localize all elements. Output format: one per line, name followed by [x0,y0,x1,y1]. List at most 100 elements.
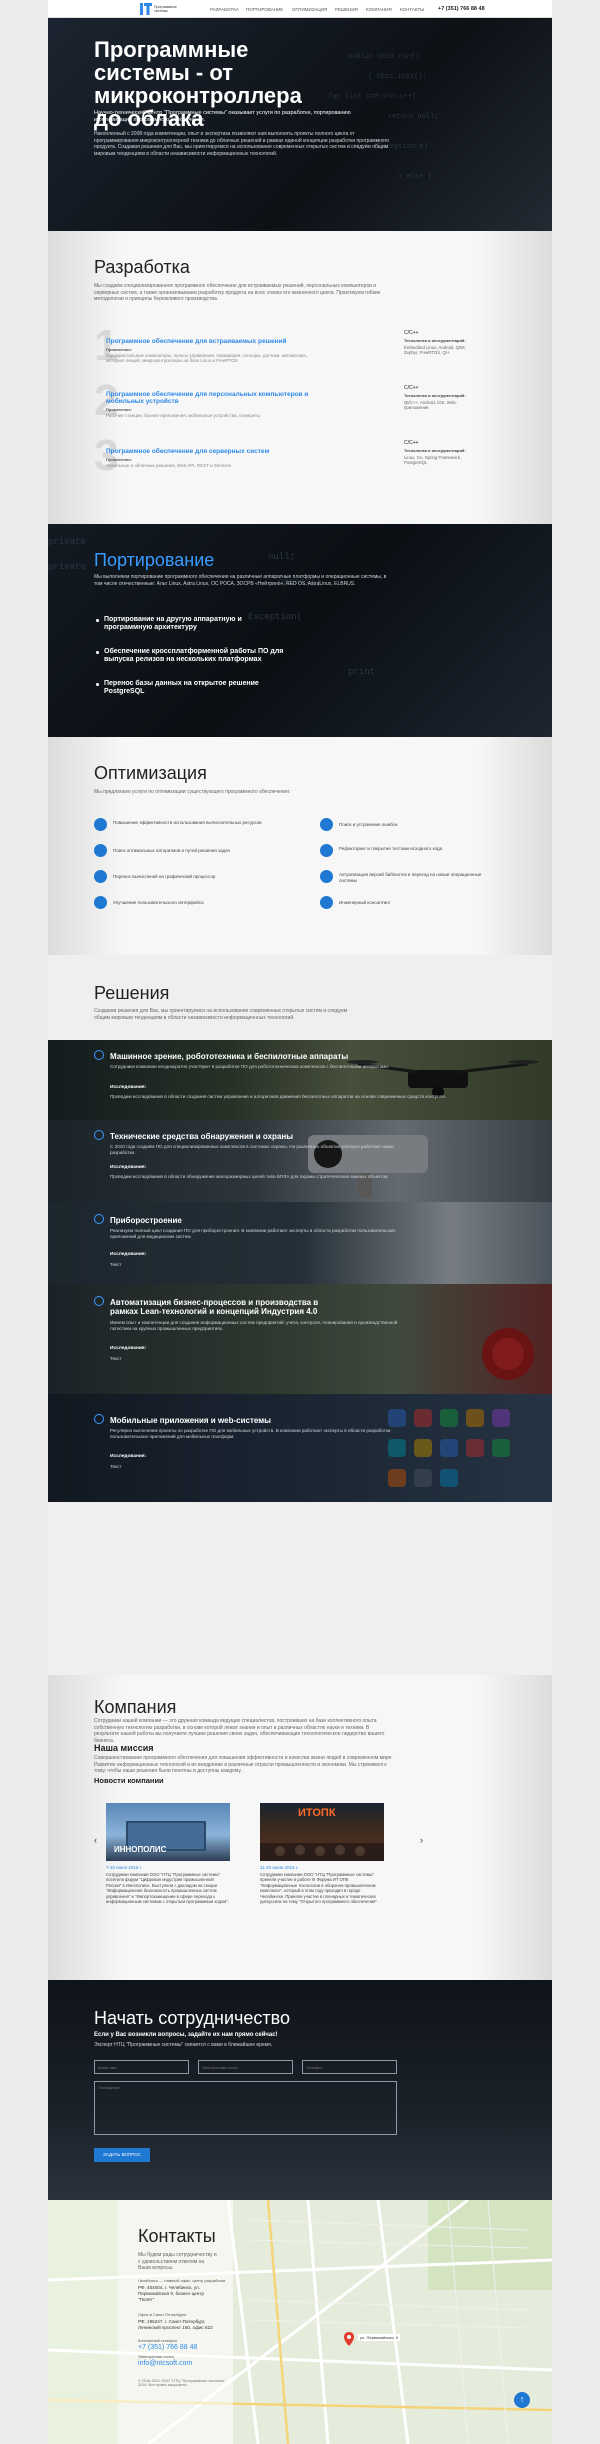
camera-icon [94,1050,104,1060]
porting-item: Портирование на другую аппаратную и прог… [96,616,284,632]
solution-card-instruments[interactable]: Приборостроение Реализуем полный цикл со… [48,1202,552,1284]
tech-label: Технологии и инструментарий: [404,393,466,398]
update-icon [320,870,333,883]
step-text: Рабочие станции, бизнес-приложения, моби… [106,413,261,418]
svg-text:private: private [48,562,86,572]
news-card[interactable]: ИННОПОЛИС 7-10 июня 2016 г. Сотрудники к… [106,1803,230,1943]
svg-text:for (int i=0;i<n;i++): for (int i=0;i<n;i++) [328,93,416,101]
consulting-icon [320,896,333,909]
step-title[interactable]: Программное обеспечение для персональных… [106,391,346,405]
news-title: Новости компании [94,1776,164,1785]
optimization-item: Повышение эффективности использования вы… [113,820,262,825]
optimization-item: Улучшение пользовательского интерфейса [113,900,204,905]
optimization-item: Поиск оптимальных алгоритмов и путей реш… [113,848,230,853]
svg-text:print: print [348,667,375,677]
chevron-right-icon[interactable]: › [420,1835,423,1845]
nav-item-company[interactable]: Компания [366,7,392,12]
header-phone[interactable]: +7 (351) 766 88 48 [438,6,485,12]
solution-label: Исследования: [110,1454,147,1459]
development-section: Разработка Мы создаём специализированное… [48,231,552,524]
hq-label: Челябинск — главный офис, центр разработ… [138,2278,226,2283]
porting-title: Портирование [94,550,215,570]
message-input[interactable] [94,2081,397,2135]
solution-title: Приборостроение [110,1216,182,1225]
step-number: 3 [94,431,119,480]
chevron-left-icon[interactable]: ‹ [94,1835,97,1845]
solution-card-vision[interactable]: Машинное зрение, робототехника и беспило… [48,1040,552,1120]
solution-card-automation[interactable]: Автоматизация бизнес-процессов и произво… [48,1284,552,1394]
shield-icon [94,1130,104,1140]
nav-item-solutions[interactable]: Решения [335,7,358,12]
map-label: ул. Первомайская, 9 [358,2334,400,2341]
news-card[interactable]: ИТОПК 11-20 июня 2018 г. Сотрудники комп… [260,1803,384,1943]
porting-item: Перенос базы данных на открытое решение … [96,680,284,696]
optimization-title: Оптимизация [94,763,207,783]
news-image-caption: ИННОПОЛИС [114,1845,167,1854]
name-input[interactable] [94,2060,189,2074]
contacts-intro: Мы будем рады сотрудничеству и с удоволь… [138,2252,217,2271]
step-title[interactable]: Программное обеспечение для встраиваемых… [106,338,287,345]
solution-label-text: Текст [110,1464,122,1469]
step-label: Применение: [106,347,133,352]
svg-text:return null;: return null; [388,113,438,121]
solution-label-text: Текст [110,1356,122,1361]
optimization-item: Перенос вычислений на графический процес… [113,874,216,879]
submit-question-button[interactable]: Задать вопрос [94,2148,150,2162]
mission-title: Наша миссия [94,1743,154,1753]
svg-text:{ this.init();: { this.init(); [368,73,427,81]
contact-email[interactable]: info@ntcsoft.com [138,2360,192,2367]
map-pin-icon[interactable] [344,2332,354,2346]
nav-item-optimization[interactable]: Оптимизация [292,7,327,12]
development-intro: Мы создаём специализированное программно… [94,283,381,302]
solution-card-mobile[interactable]: Мобильные приложения и web-системы Регул… [48,1394,552,1502]
news-text: Сотрудники компании ООО "НТЦ "Программны… [260,1872,379,1905]
dev-step-3: 3 Программное обеспечение для серверных … [94,431,504,486]
gpu-icon [94,870,107,883]
scroll-up-icon[interactable]: ↑ [514,2392,530,2408]
logo-icon[interactable] [140,2,152,16]
phone-input[interactable] [302,2060,397,2074]
solution-card-security[interactable]: Технические средства обнаружения и охран… [48,1120,552,1202]
phone-label: Контактный телефон [138,2338,177,2343]
spb-label: Офис в Санкт-Петербурге [138,2312,187,2317]
cooperation-text: Эксперт НТЦ "Программные системы" свяжет… [94,2042,273,2048]
contact-phone[interactable]: +7 (351) 766 88 48 [138,2344,197,2351]
hero-section: public void run() { this.init(); for (in… [48,18,552,231]
svg-text:} else {: } else { [398,173,432,181]
cpu-icon [94,818,107,831]
solution-label: Исследования: [110,1165,147,1170]
tech-code: C/C++ [404,330,419,336]
solution-text: Сотрудники компании неоднократно участву… [110,1064,390,1069]
nav-item-porting[interactable]: Портирование [246,7,283,12]
company-text: Сотрудники нашей компании — это дружная … [94,1718,385,1744]
news-image: ИТОПК [260,1803,384,1861]
solution-label: Исследования: [110,1346,147,1351]
contacts-section: Контакты Мы будем рады сотрудничеству и … [48,2200,552,2444]
svg-text:private: private [48,537,86,547]
svg-text:null;: null; [268,552,295,562]
hero-text: Накопленный с 2008 года компетенции, опы… [94,131,390,157]
dev-step-2: 2 Программное обеспечение для персональн… [94,379,504,431]
solution-title: Машинное зрение, робототехника и беспило… [110,1052,349,1061]
porting-intro: Мы выполняем портирование программного о… [94,574,387,587]
tech-text: Qt/C++, Android, iOS, Web-приложения [404,400,457,411]
solution-label-text: Проводим исследования в области создания… [110,1094,447,1099]
tech-code: C/C++ [404,385,419,391]
mobile-icon [94,1414,104,1424]
algorithm-icon [94,844,107,857]
optimization-item: Поиск и устранение ошибок [339,822,398,827]
cooperation-subtitle: Если у Вас возникли вопросы, задайте их … [94,2032,278,2038]
interface-icon [94,896,107,909]
nav-item-development[interactable]: Разработка [210,7,239,12]
nav-item-contacts[interactable]: Контакты [400,7,424,12]
footer-copyright: © 2016-2021 ООО "НТЦ "Программные систем… [138,2379,225,2387]
news-image: ИННОПОЛИС [106,1803,230,1861]
news-date: 7-10 июня 2016 г. [106,1865,142,1870]
tech-label: Технологии и инструментарий: [404,448,466,453]
email-input[interactable] [198,2060,293,2074]
solution-label-text: Текст [110,1262,122,1267]
step-title[interactable]: Программное обеспечение для серверных си… [106,448,269,455]
gear-icon [94,1296,104,1306]
porting-item: Обеспечение кроссплатформенной работы ПО… [96,648,284,663]
refactoring-icon [320,844,333,857]
